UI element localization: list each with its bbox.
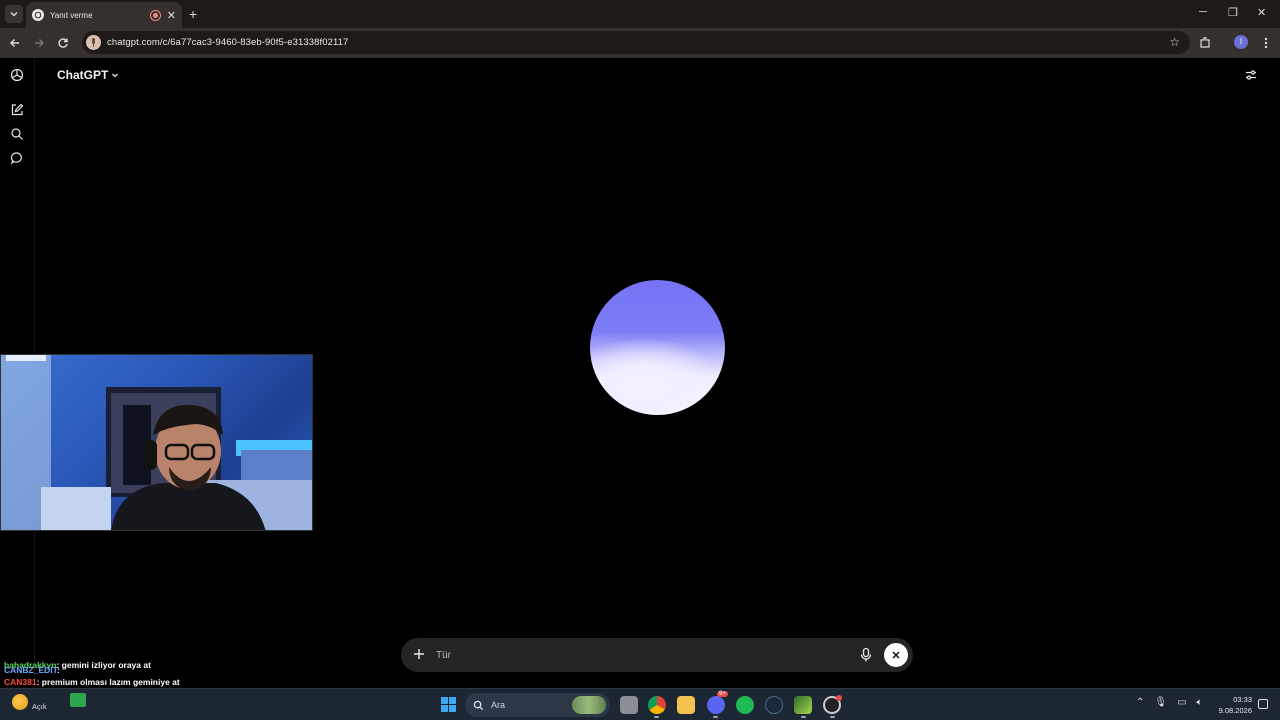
chevron-up-icon[interactable]: ⌃ bbox=[1136, 697, 1144, 708]
add-attachment-button[interactable] bbox=[411, 646, 427, 662]
active-app-indicator bbox=[830, 716, 835, 718]
clock-date: 9.08.2026 bbox=[1218, 706, 1252, 715]
microphone-button[interactable] bbox=[859, 647, 873, 663]
notification-icon[interactable] bbox=[1258, 699, 1268, 709]
network-icon[interactable]: ▭ bbox=[1177, 697, 1186, 708]
taskbar-search[interactable]: Ara bbox=[465, 693, 610, 717]
clock-time: 03:33 bbox=[1233, 695, 1252, 704]
chat-username: CANBZ_EDIT bbox=[4, 665, 57, 675]
search-chats-icon[interactable] bbox=[9, 126, 25, 142]
spotify-icon[interactable] bbox=[736, 696, 754, 714]
more-vertical-icon bbox=[1264, 37, 1268, 49]
model-selector[interactable]: ChatGPT bbox=[57, 68, 119, 82]
search-icon bbox=[473, 700, 484, 710]
chat-overlay-line: CANBZ_EDIT: bbox=[4, 665, 60, 675]
sun-icon bbox=[12, 693, 28, 710]
puzzle-icon bbox=[1200, 37, 1210, 48]
search-highlight-image bbox=[572, 696, 606, 714]
search-placeholder: Ara bbox=[491, 700, 506, 710]
active-app-indicator bbox=[713, 716, 718, 718]
task-view-icon[interactable] bbox=[620, 696, 638, 714]
volume-icon[interactable]: 🔈︎ bbox=[1197, 697, 1203, 708]
start-button[interactable] bbox=[441, 697, 456, 712]
end-voice-button[interactable] bbox=[884, 643, 908, 667]
chat-message: : premium olması lazım geminiye at bbox=[36, 677, 180, 687]
arrow-right-icon bbox=[35, 39, 44, 47]
bookmark-star-icon[interactable]: ☆ bbox=[1169, 35, 1180, 49]
back-button[interactable] bbox=[6, 34, 24, 52]
close-tab-icon[interactable]: ✕ bbox=[167, 9, 176, 22]
weather-label: Açık bbox=[32, 702, 47, 711]
browser-toolbar: chatgpt.com/c/6a77cac3-9460-83eb-90f5-e3… bbox=[0, 28, 1280, 58]
discord-icon[interactable] bbox=[707, 696, 725, 714]
chat-bubble-icon[interactable] bbox=[9, 150, 25, 166]
webcam-overlay bbox=[0, 354, 313, 531]
minimize-window-button[interactable]: ─ bbox=[1199, 6, 1207, 18]
voice-settings-icon[interactable] bbox=[1244, 68, 1258, 82]
forward-button[interactable] bbox=[30, 34, 48, 52]
chevron-down-icon bbox=[10, 12, 18, 17]
restore-window-button[interactable]: ❐ bbox=[1228, 6, 1238, 19]
plus-icon bbox=[414, 649, 424, 659]
microphone-icon bbox=[860, 647, 872, 662]
new-chat-icon[interactable] bbox=[9, 102, 25, 118]
voice-mode-orb bbox=[590, 280, 725, 415]
taskbar: CANBZ_EDIT: Açık Ara 9+ ⌃ 🎙︎ ▭ 🔈︎ 03:33 … bbox=[0, 665, 1280, 720]
site-info-icon[interactable] bbox=[86, 35, 101, 50]
browser-tab[interactable]: Yanıt verme ✕ bbox=[26, 2, 182, 28]
chat-message: : bbox=[56, 665, 60, 675]
media-player-icon[interactable] bbox=[794, 696, 812, 714]
model-title-label: ChatGPT bbox=[57, 68, 109, 82]
openai-logo-icon[interactable] bbox=[9, 67, 25, 83]
system-tray: ⌃ 🎙︎ ▭ 🔈︎ bbox=[1136, 697, 1203, 708]
voice-composer bbox=[401, 638, 913, 672]
microphone-icon[interactable]: 🎙︎ bbox=[1154, 697, 1167, 708]
recording-indicator-icon bbox=[149, 9, 161, 21]
weather-widget[interactable]: Açık bbox=[12, 692, 47, 711]
arrow-left-icon bbox=[10, 39, 19, 47]
profile-avatar[interactable]: I bbox=[1234, 35, 1248, 49]
address-bar[interactable]: chatgpt.com/c/6a77cac3-9460-83eb-90f5-e3… bbox=[82, 31, 1190, 54]
close-window-button[interactable]: ✕ bbox=[1257, 6, 1266, 19]
file-explorer-icon[interactable] bbox=[677, 696, 695, 714]
tab-title: Yanıt verme bbox=[50, 10, 93, 20]
stream-app-icon[interactable] bbox=[70, 693, 86, 707]
discord-badge: 9+ bbox=[717, 691, 728, 697]
browser-menu-button[interactable] bbox=[1257, 34, 1275, 52]
chevron-down-icon bbox=[112, 73, 119, 78]
chat-overlay-line: CAN381: premium olması lazım geminiye at bbox=[4, 677, 180, 687]
obs-recording-dot bbox=[836, 695, 842, 701]
browser-tab-strip: Yanıt verme ✕ + ─ ❐ ✕ bbox=[0, 0, 1280, 28]
active-app-indicator bbox=[654, 716, 659, 718]
message-input[interactable] bbox=[436, 647, 856, 663]
steam-icon[interactable] bbox=[765, 696, 783, 714]
openai-favicon-icon bbox=[32, 9, 44, 21]
chat-message: : gemini izliyor oraya at bbox=[56, 660, 151, 670]
system-clock[interactable]: 03:33 9.08.2026 bbox=[1214, 694, 1252, 716]
chrome-icon[interactable] bbox=[648, 696, 666, 714]
reload-button[interactable] bbox=[54, 34, 72, 52]
active-app-indicator bbox=[801, 716, 806, 718]
tab-search-button[interactable] bbox=[5, 5, 23, 23]
extensions-button[interactable] bbox=[1196, 34, 1214, 52]
chat-username: CAN381 bbox=[4, 677, 37, 687]
chatgpt-page: ChatGPT bahadrakkyn: gemini izliyor oray… bbox=[0, 58, 1280, 688]
new-tab-button[interactable]: + bbox=[189, 6, 197, 22]
close-icon bbox=[892, 651, 900, 659]
reload-icon bbox=[58, 38, 68, 48]
url-text: chatgpt.com/c/6a77cac3-9460-83eb-90f5-e3… bbox=[107, 37, 349, 48]
